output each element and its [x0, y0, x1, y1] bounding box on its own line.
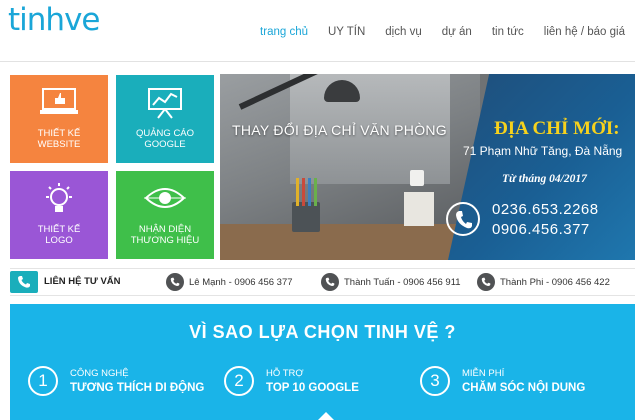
reason-number: 1	[28, 366, 58, 396]
nav-projects[interactable]: dự án	[432, 26, 482, 38]
why-choose-section: VÌ SAO LỰA CHỌN TINH VỆ ? 1 CÔNG NGHỆ TƯ…	[10, 304, 635, 420]
tile-label-line2: GOOGLE	[144, 139, 186, 150]
lightbulb-icon	[10, 183, 108, 217]
reason-item: 3 MIỄN PHÍ CHĂM SÓC NỘI DUNG	[420, 366, 585, 396]
new-address: 71 Phạm Nhữ Tăng, Đà Nẵng	[463, 144, 623, 158]
pen	[296, 178, 299, 206]
phone-icon	[166, 273, 184, 291]
tile-label-line2: WEBSITE	[37, 139, 81, 150]
phone-icon	[477, 273, 495, 291]
book-stack	[404, 192, 434, 226]
section-title: VÌ SAO LỰA CHỌN TINH VỆ ?	[189, 322, 456, 342]
nav-services[interactable]: dịch vụ	[375, 26, 431, 38]
tile-label-line1: THIẾT KẾ	[37, 128, 81, 139]
pen	[308, 178, 311, 206]
chart-board-icon	[116, 87, 214, 119]
reason-number: 2	[224, 366, 254, 396]
nav-home[interactable]: trang chủ	[250, 26, 318, 38]
mug	[410, 170, 424, 186]
contact-person-label: Thành Phi - 0906 456 422	[500, 276, 610, 288]
tile-label-line2: THƯƠNG HIỆU	[130, 235, 200, 246]
pen	[314, 178, 317, 206]
tile-label-line1: QUẢNG CÁO	[135, 128, 195, 139]
nav-contact-quote[interactable]: liên hệ / báo giá	[534, 26, 635, 38]
eye-icon	[116, 183, 214, 213]
phone-icon	[321, 273, 339, 291]
site-header: tinhve trang chủ UY TÍN dịch vụ dự án ti…	[0, 0, 635, 62]
phone-chat-icon	[10, 271, 38, 293]
contact-person-label: Lê Mạnh - 0906 456 377	[189, 276, 293, 288]
contact-bar: LIÊN HỆ TƯ VẤN Lê Mạnh - 0906 456 377 Th…	[10, 268, 635, 296]
reason-line1: HỖ TRỢ	[266, 368, 304, 379]
new-address-title: ĐỊA CHỈ MỚI:	[494, 118, 620, 139]
effective-date: Từ tháng 04/2017	[502, 173, 587, 185]
pen-cup	[292, 202, 320, 232]
reason-line2: CHĂM SÓC NỘI DUNG	[462, 382, 586, 394]
contact-person[interactable]: Thành Phi - 0906 456 422	[477, 273, 610, 291]
reason-line1: CÔNG NGHỆ	[70, 368, 129, 379]
main-nav: trang chủ UY TÍN dịch vụ dự án tin tức l…	[250, 26, 635, 38]
tile-brand-identity[interactable]: NHẬN DIỆN THƯƠNG HIỆU	[116, 171, 214, 259]
nav-news[interactable]: tin tức	[482, 26, 534, 38]
reason-item: 2 HỖ TRỢ TOP 10 GOOGLE	[224, 366, 359, 396]
contact-person-label: Thành Tuấn - 0906 456 911	[344, 276, 461, 288]
section-notch	[316, 412, 336, 420]
pen	[302, 178, 305, 206]
tile-logo-design[interactable]: THIẾT KẾ LOGO	[10, 171, 108, 259]
phone-number-2[interactable]: 0906.456.377	[492, 221, 590, 238]
phone-number-1[interactable]: 0236.653.2268	[492, 201, 599, 218]
contact-person[interactable]: Lê Mạnh - 0906 456 377	[166, 273, 293, 291]
tile-label-line2: LOGO	[45, 235, 73, 246]
reason-line2: TƯƠNG THÍCH DI ĐỘNG	[70, 382, 205, 394]
phone-icon	[446, 202, 480, 236]
reason-number: 3	[420, 366, 450, 396]
reason-item: 1 CÔNG NGHỆ TƯƠNG THÍCH DI ĐỘNG	[28, 366, 204, 396]
contact-person[interactable]: Thành Tuấn - 0906 456 911	[321, 273, 461, 291]
tile-website-design[interactable]: THIẾT KẾ WEBSITE	[10, 75, 108, 163]
address-change-banner[interactable]: THAY ĐỔI ĐỊA CHỈ VĂN PHÒNG ĐỊA CHỈ MỚI: …	[220, 74, 635, 260]
site-logo[interactable]: tinhve	[8, 2, 100, 38]
banner-headline: THAY ĐỔI ĐỊA CHỈ VĂN PHÒNG	[232, 122, 447, 138]
tile-label-line1: THIẾT KẾ	[37, 224, 81, 235]
reason-line2: TOP 10 GOOGLE	[266, 382, 359, 394]
nav-reputation[interactable]: UY TÍN	[318, 26, 375, 38]
reason-line1: MIỄN PHÍ	[462, 368, 505, 379]
page: tinhve trang chủ UY TÍN dịch vụ dự án ti…	[0, 0, 635, 420]
tile-label-line1: NHẬN DIỆN	[138, 224, 192, 235]
tile-google-ads[interactable]: QUẢNG CÁO GOOGLE	[116, 75, 214, 163]
contact-bar-title: LIÊN HỆ TƯ VẤN	[44, 276, 121, 287]
laptop-like-icon	[10, 87, 108, 117]
